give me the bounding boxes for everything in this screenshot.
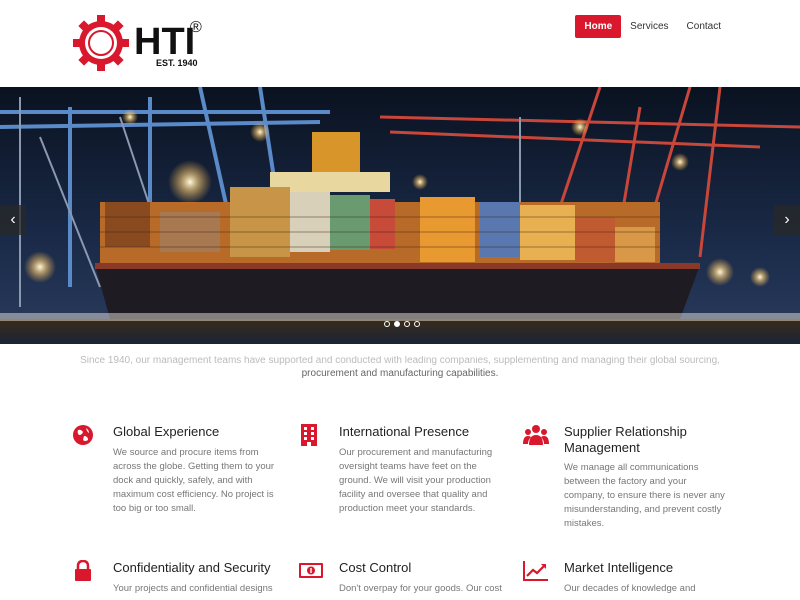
- feature-title: Market Intelligence: [564, 560, 674, 575]
- feature-body: We manage all communications between the…: [564, 462, 725, 529]
- feature-body: We source and procure items from across …: [113, 447, 275, 514]
- feature-body: Our decades of knowledge and: [564, 583, 696, 594]
- slider-prev-button[interactable]: ‹: [0, 205, 26, 235]
- money-icon: [299, 563, 323, 578]
- feature-body: Don't overpay for your goods. Our cost: [339, 583, 502, 594]
- intro-line: procurement and manufacturing capabiliti…: [301, 368, 499, 379]
- brand-logo[interactable]: HTI ® EST. 1940: [72, 13, 212, 73]
- lock-icon: [75, 560, 91, 581]
- slider-next-button[interactable]: ›: [774, 205, 800, 235]
- slider-pagination: [384, 321, 420, 327]
- nav-home[interactable]: Home: [575, 15, 622, 38]
- feature-body: Our procurement and manufacturing oversi…: [339, 447, 493, 514]
- chevron-right-icon: ›: [784, 211, 790, 228]
- slide-dot[interactable]: [404, 321, 410, 327]
- feature-title: Cost Control: [339, 560, 412, 575]
- nav-services[interactable]: Services: [621, 15, 677, 38]
- site-header: HTI ® EST. 1940 Home Services Contact: [0, 0, 800, 87]
- intro-text: Since 1940, our management teams have su…: [60, 356, 740, 382]
- gear-logo-icon: [73, 15, 129, 71]
- intro-faded-line: Since 1940, our management teams have su…: [80, 356, 720, 366]
- slide-dot[interactable]: [414, 321, 420, 327]
- main-nav: Home Services Contact: [575, 15, 730, 38]
- hero-slider: ‹ ›: [0, 87, 800, 344]
- globe-icon: [73, 425, 93, 445]
- registered-mark: ®: [190, 19, 202, 36]
- trend-chart-icon: [523, 561, 548, 581]
- brand-established: EST. 1940: [156, 58, 198, 68]
- chevron-left-icon: ‹: [10, 211, 16, 228]
- slide-dot-active[interactable]: [394, 321, 400, 327]
- feature-title: International Presence: [339, 424, 470, 439]
- feature-body: Your projects and confidential designs: [113, 583, 273, 594]
- slide-dot[interactable]: [384, 321, 390, 327]
- nav-contact[interactable]: Contact: [678, 15, 730, 38]
- feature-title: Global Experience: [113, 424, 220, 439]
- feature-title: Confidentiality and Security: [113, 560, 271, 575]
- users-icon: [523, 425, 549, 445]
- cargo-ship-image: [0, 87, 800, 344]
- feature-title: Supplier Relationship Management: [564, 424, 687, 455]
- building-icon: [301, 424, 317, 446]
